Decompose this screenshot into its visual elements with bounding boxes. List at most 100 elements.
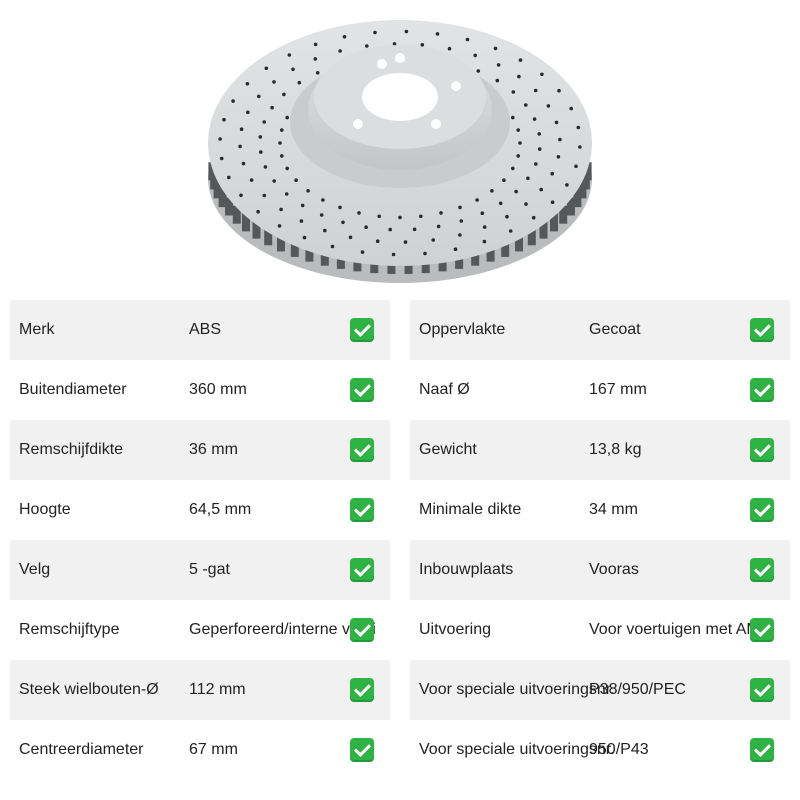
drill-hole bbox=[546, 104, 551, 108]
spec-row: Uitvoering Voor voertuigen met AMG bbox=[410, 600, 790, 660]
spec-row: Minimale dikte 34 mm bbox=[410, 480, 790, 540]
spec-value: 5 -gat bbox=[189, 561, 230, 578]
spec-row: Gewicht 13,8 kg bbox=[410, 420, 790, 480]
spec-value: Geperforeerd/interne venti bbox=[189, 621, 376, 638]
drill-hole bbox=[279, 207, 283, 212]
check-icon bbox=[750, 498, 774, 522]
drill-hole bbox=[502, 178, 506, 182]
drill-hole bbox=[272, 80, 276, 84]
drill-hole bbox=[518, 141, 522, 145]
drill-hole bbox=[493, 46, 498, 51]
check-icon bbox=[750, 378, 774, 402]
drill-hole bbox=[419, 214, 423, 219]
drill-hole bbox=[558, 137, 562, 142]
drill-hole bbox=[526, 176, 530, 181]
drill-hole bbox=[278, 141, 282, 145]
check-icon bbox=[350, 438, 374, 462]
drill-hole bbox=[239, 127, 244, 131]
spec-table-right: Oppervlakte Gecoat Naaf Ø 167 mm Gewicht 13,8… bbox=[410, 300, 790, 780]
drill-hole bbox=[498, 201, 503, 206]
drill-hole bbox=[319, 213, 324, 217]
drill-hole bbox=[453, 247, 458, 251]
spec-row: Oppervlakte Gecoat bbox=[410, 300, 790, 360]
spec-row: Velg 5 -gat bbox=[10, 540, 390, 600]
check-icon bbox=[750, 438, 774, 462]
spec-value: Voor voertuigen met AMG bbox=[589, 621, 773, 638]
spec-value: 64,5 mm bbox=[189, 501, 252, 518]
spec-value: 67 mm bbox=[189, 741, 238, 758]
spec-table-left: Merk ABS Buitendiameter 360 mm Remschijfdikt… bbox=[10, 300, 390, 780]
drill-hole bbox=[257, 94, 261, 99]
drill-hole bbox=[458, 233, 462, 237]
drill-hole bbox=[458, 205, 462, 210]
drill-hole bbox=[377, 214, 382, 219]
drill-hole bbox=[482, 225, 487, 229]
spec-label: Naaf Ø bbox=[419, 381, 470, 398]
check-icon bbox=[350, 618, 374, 642]
check-icon bbox=[350, 498, 374, 522]
drill-hole bbox=[246, 110, 250, 115]
drill-hole bbox=[313, 57, 318, 61]
drill-hole bbox=[360, 250, 365, 254]
spec-value: 36 mm bbox=[189, 441, 238, 458]
drill-hole bbox=[218, 137, 222, 141]
spec-label: Remschijftype bbox=[19, 621, 120, 638]
check-icon bbox=[350, 678, 374, 702]
spec-value: 112 mm bbox=[189, 681, 246, 698]
drill-hole bbox=[249, 178, 254, 182]
spec-value: 360 mm bbox=[189, 381, 247, 398]
spec-value: P38/950/PEC bbox=[589, 681, 686, 698]
drill-hole bbox=[300, 203, 305, 208]
drill-hole bbox=[403, 240, 408, 244]
spec-row: Merk ABS bbox=[10, 300, 390, 360]
drill-hole bbox=[480, 211, 485, 215]
drill-hole bbox=[490, 189, 494, 193]
drill-hole bbox=[533, 88, 538, 93]
drill-hole bbox=[291, 67, 295, 72]
drill-hole bbox=[569, 106, 573, 111]
drill-hole bbox=[287, 53, 292, 57]
drill-hole bbox=[482, 239, 487, 244]
drill-hole bbox=[391, 252, 396, 257]
drill-hole bbox=[388, 227, 393, 232]
drill-hole bbox=[285, 115, 290, 120]
drill-hole bbox=[565, 183, 569, 187]
drill-hole bbox=[282, 92, 286, 97]
drill-hole bbox=[239, 193, 243, 198]
spec-label: Velg bbox=[19, 561, 51, 578]
drill-hole bbox=[272, 179, 277, 183]
drill-hole bbox=[537, 147, 542, 151]
drill-hole bbox=[330, 244, 335, 249]
drill-hole bbox=[514, 189, 518, 194]
check-icon bbox=[350, 738, 374, 762]
spec-label: Steek wielbouten-Ø bbox=[19, 681, 159, 698]
drill-hole bbox=[495, 78, 500, 83]
spec-label: Minimale dikte bbox=[419, 501, 522, 518]
drill-hole bbox=[306, 189, 310, 193]
spec-row: Buitendiameter 360 mm bbox=[10, 360, 390, 420]
drill-hole bbox=[297, 80, 302, 85]
spec-row: Hoogte 64,5 mm bbox=[10, 480, 390, 540]
drill-hole bbox=[556, 155, 561, 159]
drill-hole bbox=[539, 187, 543, 192]
spec-row: Centreerdiameter 67 mm bbox=[10, 720, 390, 780]
drill-hole bbox=[435, 32, 440, 36]
spec-row: Steek wielbouten-Ø 112 mm bbox=[10, 660, 390, 720]
spec-row: Remschijftype Geperforeerd/interne venti bbox=[10, 600, 390, 660]
drill-hole bbox=[262, 120, 267, 124]
drill-hole bbox=[284, 192, 289, 196]
drill-hole bbox=[348, 235, 353, 240]
drill-hole bbox=[550, 171, 554, 176]
drill-hole bbox=[294, 178, 298, 182]
drill-hole bbox=[550, 200, 555, 204]
spec-label: Inbouwplaats bbox=[419, 561, 514, 578]
drill-hole bbox=[459, 219, 464, 223]
drill-hole bbox=[420, 43, 425, 47]
drill-hole bbox=[342, 35, 347, 39]
drill-hole bbox=[423, 251, 427, 256]
drill-hole bbox=[511, 115, 515, 120]
drill-hole bbox=[447, 46, 452, 51]
spec-label: Voor speciale uitvoeringsnr. bbox=[419, 741, 615, 758]
spec-label: Buitendiameter bbox=[19, 381, 127, 398]
drill-hole bbox=[357, 211, 361, 215]
